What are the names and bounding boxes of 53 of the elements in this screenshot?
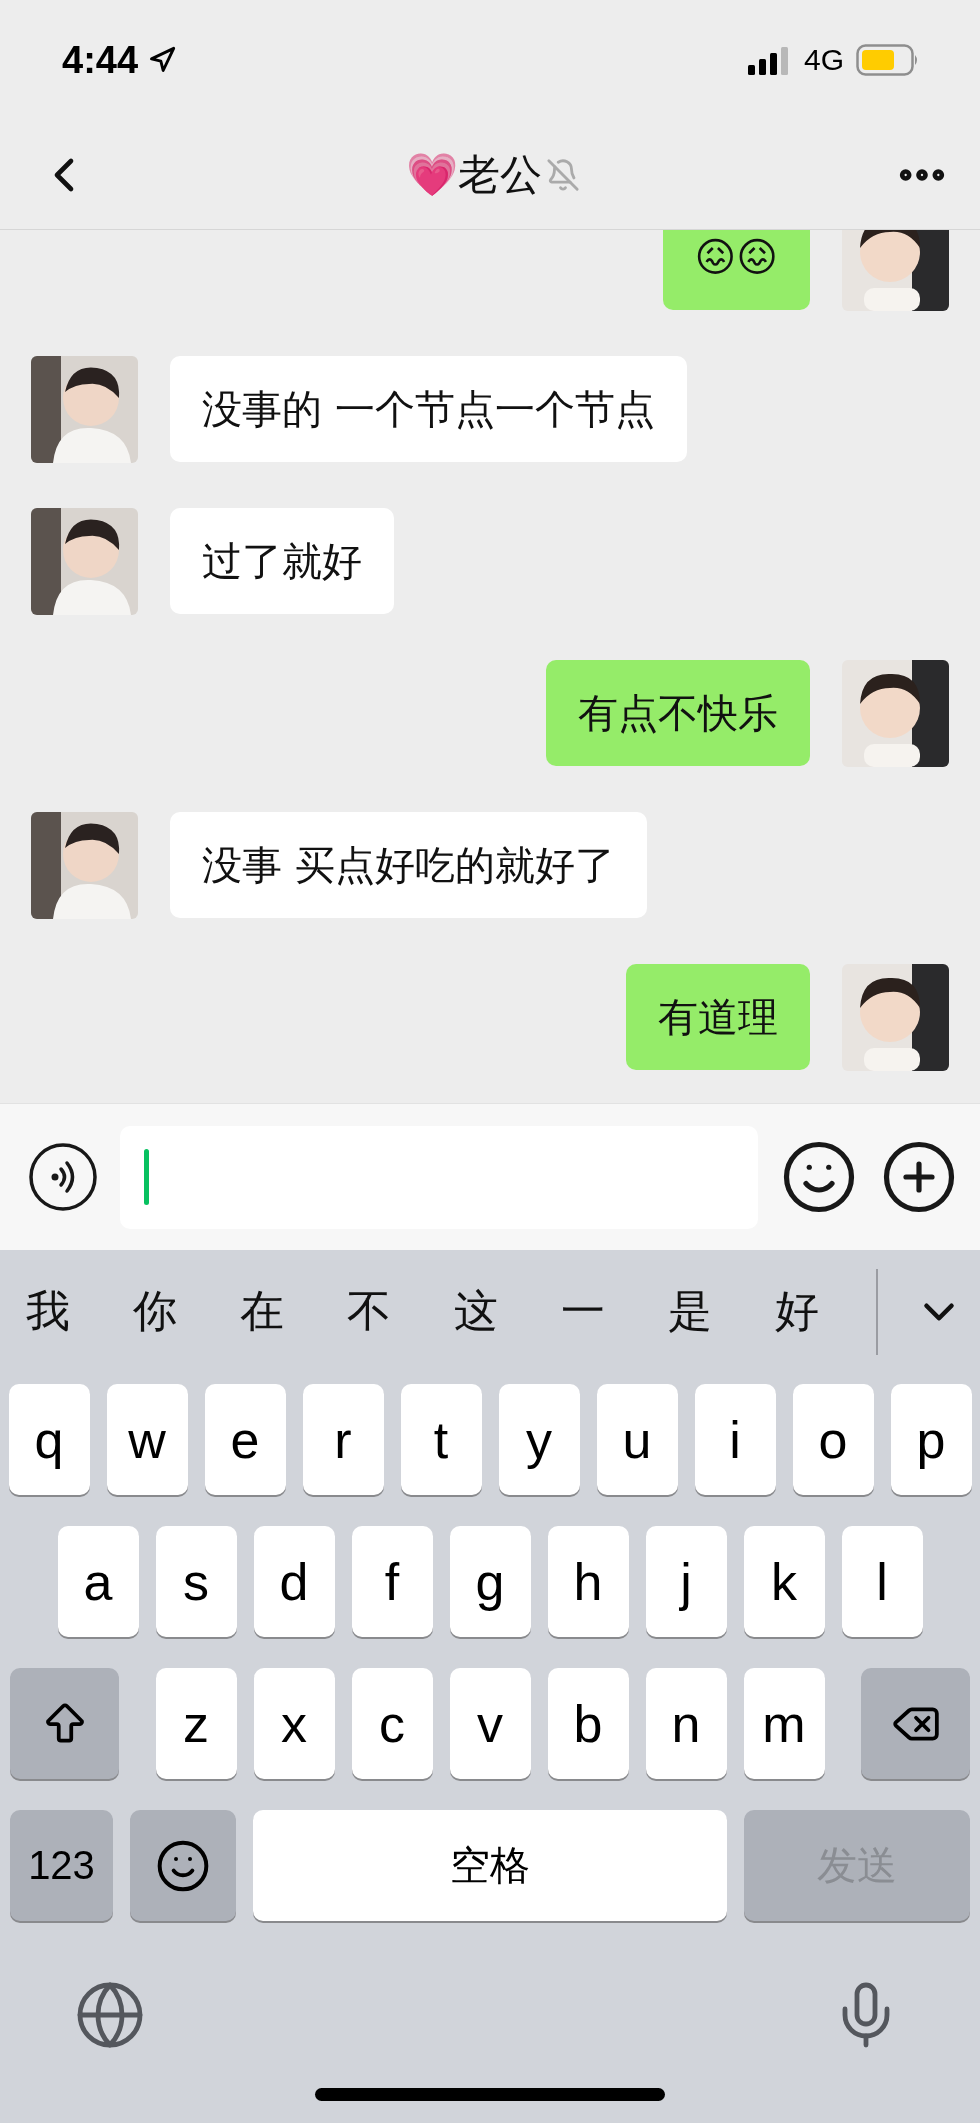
letter-key[interactable]: d xyxy=(253,1526,335,1637)
message-bubble: 有道理 xyxy=(626,964,810,1070)
candidate-word[interactable]: 好 xyxy=(775,1282,882,1341)
candidate-word[interactable]: 不 xyxy=(347,1282,454,1341)
message-input[interactable] xyxy=(120,1125,758,1229)
letter-key[interactable]: o xyxy=(792,1384,874,1495)
letter-key[interactable]: b xyxy=(547,1668,629,1779)
letter-key[interactable]: n xyxy=(645,1668,727,1779)
letter-key[interactable]: s xyxy=(155,1526,237,1637)
candidate-word[interactable]: 在 xyxy=(240,1282,347,1341)
letter-key[interactable]: u xyxy=(596,1384,678,1495)
letter-key[interactable]: g xyxy=(449,1526,531,1637)
letter-key[interactable]: y xyxy=(498,1384,580,1495)
location-icon xyxy=(148,46,177,74)
letter-key[interactable]: w xyxy=(106,1384,188,1495)
letter-key[interactable]: v xyxy=(449,1668,531,1779)
letter-key[interactable]: z xyxy=(155,1668,237,1779)
letter-key[interactable]: f xyxy=(351,1526,433,1637)
message-bubble: 有点不快乐 xyxy=(546,660,810,766)
candidate-word[interactable]: 你 xyxy=(133,1282,240,1341)
letter-key[interactable]: k xyxy=(743,1526,825,1637)
letter-key[interactable]: i xyxy=(694,1384,776,1495)
letter-key[interactable]: m xyxy=(743,1668,825,1779)
message-bubble: 😖😖 xyxy=(662,230,810,310)
letter-key[interactable]: x xyxy=(253,1668,335,1779)
shift-key[interactable] xyxy=(10,1668,119,1779)
letter-key[interactable]: h xyxy=(547,1526,629,1637)
message-bubble: 没事的 一个节点一个节点 xyxy=(170,356,687,462)
letter-key[interactable]: j xyxy=(645,1526,727,1637)
candidate-word[interactable]: 一 xyxy=(561,1282,668,1341)
candidate-word[interactable]: 这 xyxy=(454,1282,561,1341)
letter-key[interactable]: p xyxy=(890,1384,972,1495)
message-bubble: 过了就好 xyxy=(170,508,394,614)
letter-key[interactable]: t xyxy=(400,1384,482,1495)
network-label: 4G xyxy=(803,43,844,77)
chat-title: 💗老公 xyxy=(406,148,542,201)
letter-key[interactable]: r xyxy=(302,1384,384,1495)
letter-key[interactable]: q xyxy=(8,1384,90,1495)
text-cursor xyxy=(144,1149,149,1205)
status-time: 4:44 xyxy=(62,38,139,82)
backspace-key[interactable] xyxy=(861,1668,970,1779)
letter-key[interactable]: a xyxy=(57,1526,139,1637)
letter-key[interactable]: c xyxy=(351,1668,433,1779)
candidate-word[interactable]: 是 xyxy=(668,1282,775,1341)
voice-icon[interactable] xyxy=(28,1142,98,1212)
battery-icon xyxy=(856,44,920,76)
space-key[interactable]: 空格 xyxy=(253,1810,727,1921)
message-bubble: 没事 买点好吃的就好了 xyxy=(170,812,647,918)
candidate-word[interactable]: 我 xyxy=(26,1282,133,1341)
emoji-key[interactable] xyxy=(130,1810,236,1921)
number-key[interactable]: 123 xyxy=(10,1810,113,1921)
letter-key[interactable]: l xyxy=(841,1526,923,1637)
letter-key[interactable]: e xyxy=(204,1384,286,1495)
